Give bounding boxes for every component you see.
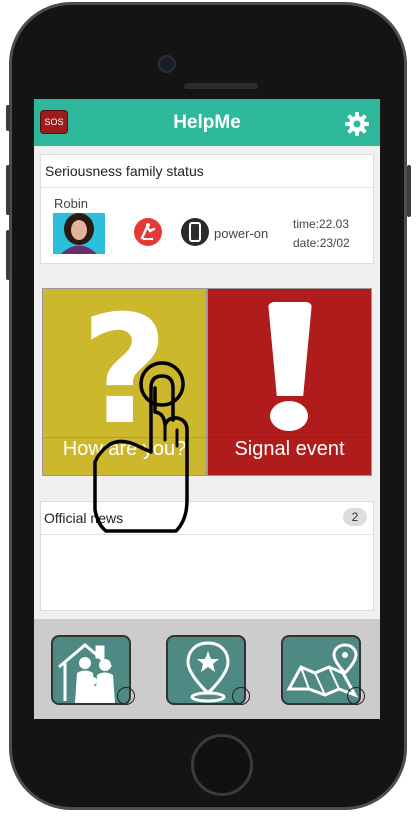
- gear-icon[interactable]: [345, 112, 369, 136]
- news-count-badge: 2: [343, 508, 367, 526]
- question-mark-icon: ?: [80, 288, 168, 458]
- news-title: Official news: [44, 510, 124, 526]
- nav-indicator: [117, 687, 135, 705]
- family-status-title: Seriousness family status: [45, 163, 204, 179]
- volume-up-button: [6, 165, 10, 215]
- front-camera: [158, 55, 176, 73]
- exclamation-icon: [268, 302, 312, 396]
- avatar[interactable]: [53, 213, 105, 254]
- exclamation-dot: [270, 401, 308, 431]
- how-are-you-label: How are you?: [62, 438, 187, 460]
- phone-device-icon: [180, 217, 210, 247]
- divider: [41, 534, 373, 535]
- power-button: [407, 165, 411, 217]
- nav-indicator: [347, 687, 365, 705]
- how-are-you-button[interactable]: ? How are you?: [42, 288, 207, 476]
- device-state: power-on: [214, 226, 269, 241]
- volume-down-button: [6, 230, 10, 280]
- nav-indicator: [232, 687, 250, 705]
- earpiece-speaker: [184, 83, 258, 89]
- last-time: time:22.03: [293, 217, 350, 231]
- family-status-card: Seriousness family status Robin power-on…: [40, 154, 374, 264]
- map-nav-button[interactable]: [281, 635, 365, 705]
- member-name: Robin: [54, 196, 88, 211]
- official-news-card[interactable]: Official news 2: [40, 501, 374, 611]
- location-nav-button[interactable]: [166, 635, 250, 705]
- fall-alert-icon: [133, 217, 163, 247]
- sos-button[interactable]: SOS: [40, 110, 68, 134]
- last-date: date:23/02: [293, 236, 350, 250]
- home-button[interactable]: [191, 734, 253, 796]
- bottom-nav: [34, 619, 380, 719]
- app-screen: HelpMe SOS Seriousness family status Rob…: [34, 99, 380, 719]
- app-title: HelpMe: [173, 112, 241, 133]
- signal-event-button[interactable]: Signal event: [207, 288, 372, 476]
- family-nav-button[interactable]: [51, 635, 135, 705]
- mute-switch: [6, 105, 10, 131]
- divider: [41, 187, 373, 188]
- signal-event-label: Signal event: [234, 438, 345, 460]
- app-header: HelpMe SOS: [34, 99, 380, 146]
